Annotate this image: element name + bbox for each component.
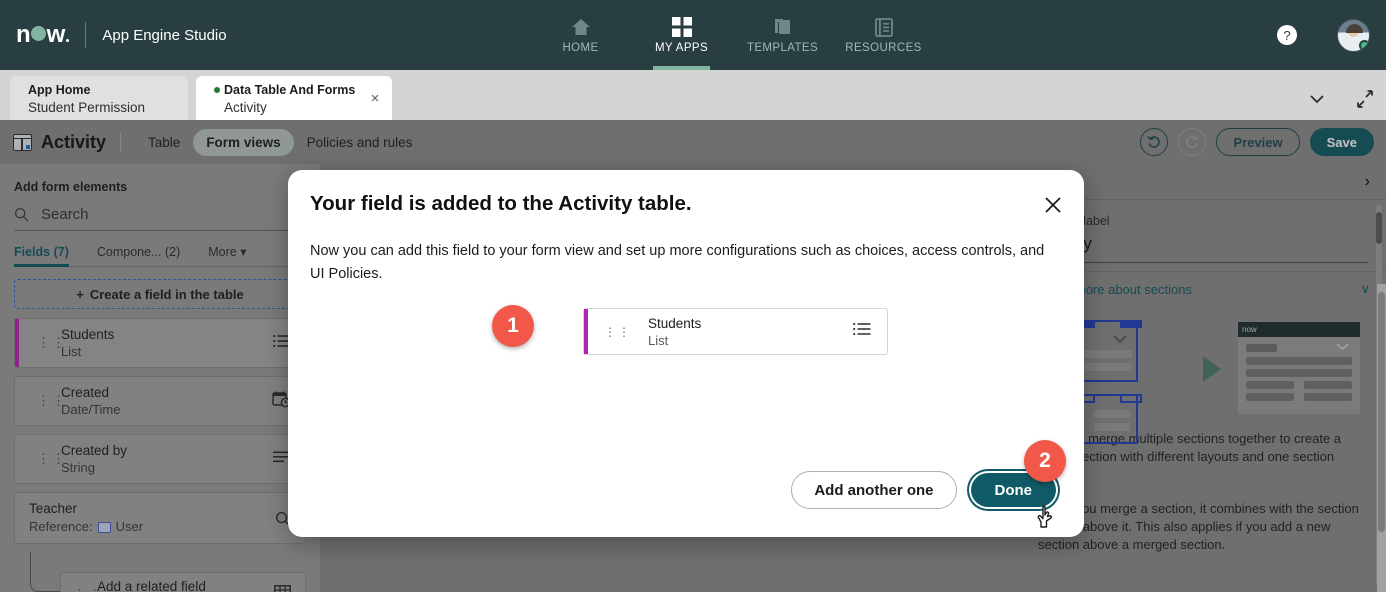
now-logo[interactable]: n w: [16, 21, 70, 48]
grid-icon: [671, 16, 692, 38]
logo-circle-icon: [30, 26, 46, 41]
close-icon[interactable]: [1040, 192, 1066, 218]
unsaved-dot-icon: [214, 87, 220, 93]
tab-app-home[interactable]: App Home Student Permission: [10, 76, 188, 120]
field-type: List: [648, 332, 669, 348]
field-name: Students: [648, 315, 702, 331]
field-added-dialog: Your field is added to the Activity tabl…: [288, 170, 1084, 537]
tab-strip-actions: [1306, 88, 1376, 110]
status-badge: [1359, 40, 1369, 51]
field-card-students[interactable]: ⋮⋮ Students List: [583, 308, 888, 355]
nav-label-home: HOME: [562, 42, 599, 54]
brand-area: n w App Engine Studio: [0, 22, 227, 48]
tab-app-home-subtitle: Student Permission: [28, 100, 146, 115]
avatar-hair: [1346, 24, 1363, 33]
close-icon[interactable]: ×: [366, 89, 384, 107]
field-card-text: Students List: [648, 315, 701, 349]
app-root: n w App Engine Studio HOME MY APPS TEMPL…: [0, 0, 1386, 592]
top-navigation-bar: n w App Engine Studio HOME MY APPS TEMPL…: [0, 0, 1386, 70]
nav-item-resources[interactable]: RESOURCES: [833, 0, 934, 70]
avatar[interactable]: [1337, 19, 1370, 52]
dialog-body-text: Now you can add this field to your form …: [310, 243, 1045, 282]
dialog-actions: Add another one Done: [791, 471, 1056, 509]
tab-data-table-title-text: Data Table And Forms: [224, 83, 356, 97]
tab-data-table-subtitle: Activity: [224, 100, 267, 115]
book-icon: [874, 16, 894, 38]
nav-item-home[interactable]: HOME: [530, 0, 631, 70]
app-title: App Engine Studio: [102, 26, 227, 44]
nav-item-my-apps[interactable]: MY APPS: [631, 0, 732, 70]
expand-icon[interactable]: [1354, 88, 1376, 110]
brand-divider: [85, 22, 87, 48]
dialog-title: Your field is added to the Activity tabl…: [310, 192, 692, 215]
add-another-one-button[interactable]: Add another one: [791, 471, 957, 509]
home-icon: [571, 16, 591, 38]
logo-text-right: w: [46, 21, 66, 48]
copy-icon: [773, 16, 793, 38]
nav-item-templates[interactable]: TEMPLATES: [732, 0, 833, 70]
chevron-down-icon[interactable]: [1306, 88, 1328, 110]
mouse-cursor-icon: [1036, 505, 1060, 538]
annotation-badge-1: 1: [492, 305, 534, 347]
tab-app-home-title: App Home: [28, 83, 91, 97]
field-accent-bar: [584, 309, 588, 354]
annotation-badge-2: 2: [1024, 440, 1066, 482]
tab-strip: App Home Student Permission Data Table A…: [0, 70, 1386, 120]
nav-label-resources: RESOURCES: [845, 42, 922, 54]
help-icon[interactable]: ?: [1277, 25, 1297, 45]
tab-data-table-title: Data Table And Forms: [214, 82, 378, 98]
logo-text-left: n: [16, 21, 31, 48]
nav-label-templates: TEMPLATES: [746, 42, 819, 54]
list-icon: [853, 322, 871, 341]
tab-data-table-and-forms[interactable]: Data Table And Forms Activity ×: [196, 76, 392, 120]
logo-dot-icon: [66, 39, 70, 42]
nav-label-my-apps: MY APPS: [654, 42, 709, 54]
drag-handle-icon[interactable]: ⋮⋮: [604, 326, 632, 338]
primary-nav: HOME MY APPS TEMPLATES RESOURCES: [530, 0, 934, 70]
